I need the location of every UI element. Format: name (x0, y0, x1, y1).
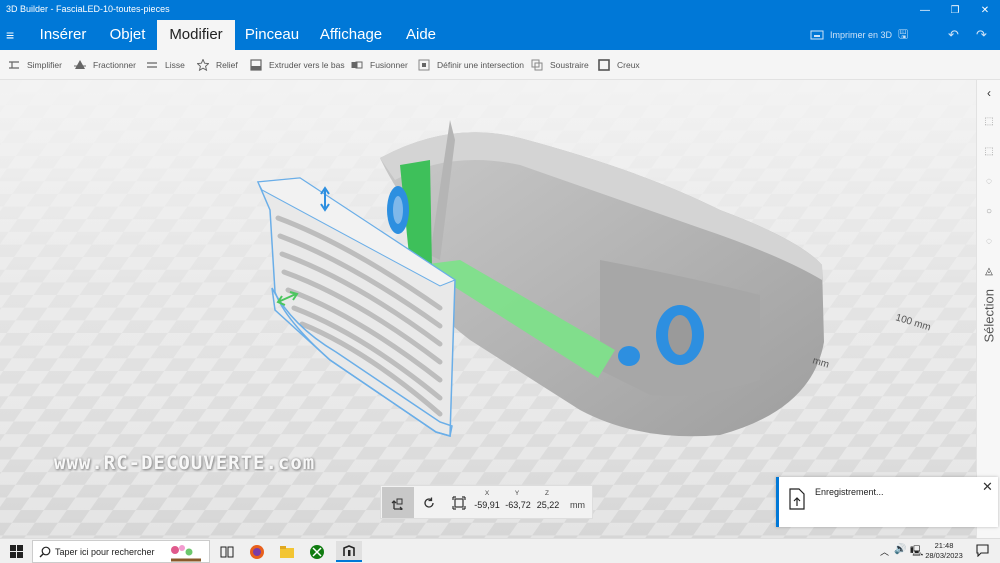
intersect-button[interactable]: Définir une intersection (418, 58, 524, 72)
hollow-button[interactable]: Creux (598, 58, 640, 72)
emboss-button[interactable]: Relief (196, 58, 238, 72)
print-3d-button[interactable]: Imprimer en 3D (810, 20, 892, 50)
tab-aide[interactable]: Aide (396, 20, 446, 50)
search-highlight-flowers-icon (171, 545, 201, 562)
split-icon (74, 59, 86, 71)
select-faces-icon[interactable]: ◌ (982, 174, 996, 188)
coordinates-panel: X -59,91 Y -63,72 Z 25,22 mm (380, 485, 593, 519)
saving-notification: Enregistrement... ✕ (776, 477, 998, 527)
select-all-icon[interactable]: ⬚ (982, 114, 996, 128)
taskbar-clock[interactable]: 21:48 28/03/2023 (920, 541, 968, 561)
windows-start-icon[interactable] (10, 545, 23, 558)
file-upload-icon (789, 488, 805, 510)
subtract-icon (531, 59, 543, 71)
windows-taskbar: Taper ici pour rechercher ︿ 🔊 🖳 21:48 28… (0, 538, 1000, 563)
firefox-icon[interactable] (244, 541, 270, 562)
unit-selector[interactable]: mm (570, 500, 585, 510)
split-button[interactable]: Fractionner (74, 58, 136, 72)
title-bar: 3D Builder - FasciaLED-10-toutes-pieces … (0, 0, 1000, 20)
blue-led-small[interactable] (618, 346, 640, 366)
merge-icon (351, 59, 363, 71)
simplify-button[interactable]: Simplifier (8, 58, 62, 72)
rotate-tool-button[interactable] (413, 487, 445, 518)
selection-label: Sélection (981, 289, 997, 343)
simplify-label: Simplifier (27, 60, 62, 70)
tab-inserer[interactable]: Insérer (32, 20, 94, 50)
collapse-chevron-icon[interactable]: ‹ (982, 86, 996, 100)
watermark-text: www.RC-DECOUVERTE.com (54, 452, 316, 474)
select-objects-icon[interactable]: ⬚ (982, 144, 996, 158)
merge-label: Fusionner (370, 60, 408, 70)
smooth-button[interactable]: Lisse (146, 58, 185, 72)
xbox-icon[interactable] (304, 541, 330, 562)
select-triangle-icon[interactable]: ◬ (982, 264, 996, 278)
extrude-down-icon (250, 59, 262, 71)
extrude-down-button[interactable]: Extruder vers le bas (250, 58, 345, 72)
y-label: Y (514, 490, 520, 497)
rotate-icon (424, 497, 434, 508)
smooth-icon (146, 59, 158, 71)
notifications-center-icon[interactable] (976, 544, 990, 558)
intersect-icon (418, 59, 430, 71)
intersect-label: Définir une intersection (437, 60, 524, 70)
split-label: Fractionner (93, 60, 136, 70)
print-3d-icon (810, 30, 824, 40)
taskbar-search-box[interactable]: Taper ici pour rechercher (32, 540, 210, 563)
scale-icon (452, 495, 466, 510)
tab-pinceau[interactable]: Pinceau (238, 20, 306, 50)
right-panel: ‹ ⬚ ⬚ ◌ ○ ◌ ◬ Sélection (976, 80, 1000, 538)
clock-time: 21:48 (934, 541, 954, 550)
maximize-button[interactable]: ❐ (940, 0, 970, 20)
close-window-button[interactable]: ✕ (970, 0, 1000, 20)
z-value-input[interactable]: 25,22 (531, 500, 565, 510)
merge-button[interactable]: Fusionner (351, 58, 408, 72)
save-icon[interactable]: 🖫 (898, 20, 908, 50)
hamburger-menu-icon[interactable]: ≡ (6, 26, 22, 44)
x-value-input[interactable]: -59,91 (470, 500, 504, 510)
tab-objet[interactable]: Objet (100, 20, 155, 50)
print-3d-label: Imprimer en 3D (830, 30, 893, 40)
search-placeholder: Taper ici pour rechercher (55, 547, 155, 557)
edit-toolbar: Simplifier Fractionner Lisse Relief Extr… (0, 50, 1000, 80)
select-circle-icon[interactable]: ○ (982, 204, 996, 218)
z-label: Z (545, 490, 549, 497)
smooth-label: Lisse (165, 60, 185, 70)
emboss-icon (196, 58, 210, 72)
extrude-down-label: Extruder vers le bas (269, 60, 345, 70)
menu-bar: ≡ Insérer Objet Modifier Pinceau Afficha… (0, 20, 1000, 50)
hollow-icon (598, 59, 610, 71)
notification-close-icon[interactable]: ✕ (982, 479, 993, 495)
move-tool-button[interactable] (382, 487, 414, 518)
tab-modifier[interactable]: Modifier (157, 20, 235, 50)
redo-icon[interactable]: ↷ (976, 20, 987, 50)
y-value-input[interactable]: -63,72 (501, 500, 535, 510)
select-vertex-icon[interactable]: ◌ (982, 234, 996, 248)
file-explorer-icon[interactable] (274, 541, 300, 562)
3d-builder-taskbar-icon[interactable] (336, 541, 362, 562)
subtract-label: Soustraire (550, 60, 589, 70)
task-view-icon[interactable] (214, 541, 240, 562)
emboss-label: Relief (216, 60, 238, 70)
simplify-icon (8, 59, 20, 71)
window-title: 3D Builder - FasciaLED-10-toutes-pieces (6, 4, 170, 14)
hollow-label: Creux (617, 60, 640, 70)
notification-text: Enregistrement... (815, 487, 884, 497)
x-label: X (484, 490, 490, 497)
subtract-button[interactable]: Soustraire (531, 58, 589, 72)
search-icon (39, 546, 51, 558)
show-hidden-icons-chevron-icon[interactable]: ︿ (880, 545, 889, 558)
move-icon (391, 498, 403, 510)
tab-affichage[interactable]: Affichage (312, 20, 390, 50)
clock-date: 28/03/2023 (925, 551, 963, 560)
minimize-button[interactable]: — (910, 0, 940, 20)
undo-icon[interactable]: ↶ (948, 20, 959, 50)
volume-icon[interactable]: 🔊 (894, 544, 906, 555)
